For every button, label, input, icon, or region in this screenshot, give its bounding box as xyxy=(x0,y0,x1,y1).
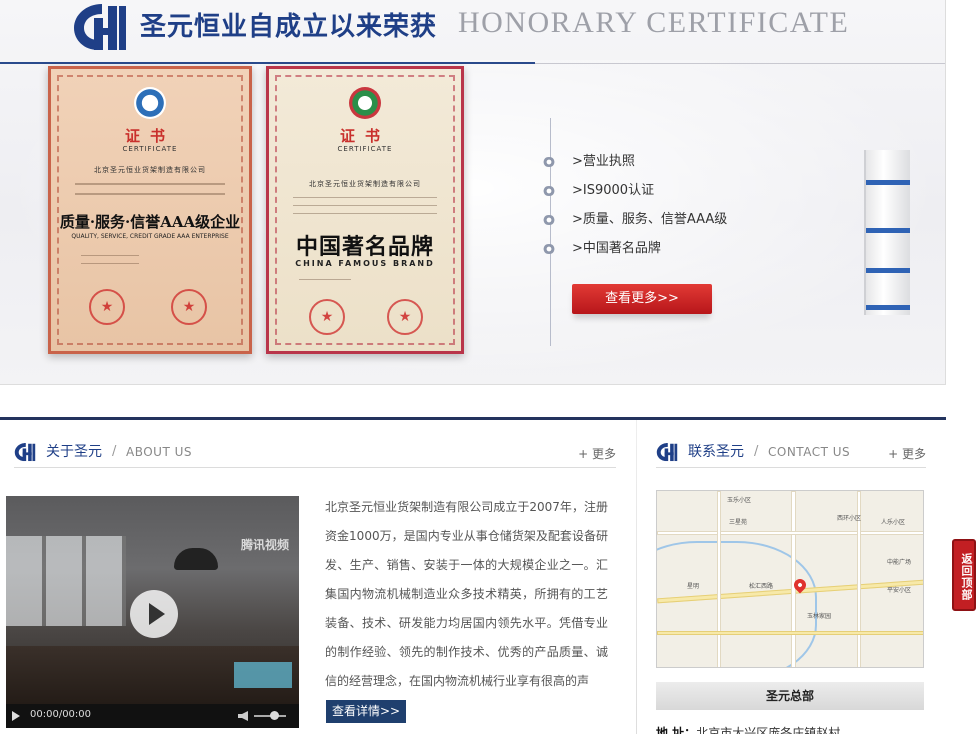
video-time: 00:00/00:00 xyxy=(30,709,92,720)
address-label: 地 址： xyxy=(656,726,697,734)
contact-header: 联系圣元 / CONTACT US + 更多 xyxy=(656,440,926,468)
map-label: 人乐小区 xyxy=(881,519,906,526)
video-scene-lamp xyxy=(174,548,218,570)
bullet-icon xyxy=(542,157,556,167)
map-label: 星明 xyxy=(687,583,700,590)
play-icon[interactable] xyxy=(130,590,178,638)
honor-section: 圣元恒业自成立以来荣获 HONORARY CERTIFICATE 证书 CERT… xyxy=(0,0,946,385)
company-logo-icon xyxy=(656,442,678,462)
map-road xyxy=(717,491,721,667)
map-label: 中能广场 xyxy=(887,559,912,566)
honor-list: >营业执照 >IS9000认证 >质量、服务、信誉AAA级 >中国著名品牌 xyxy=(542,150,727,266)
bullet-icon xyxy=(542,244,556,254)
video-player[interactable]: 腾讯视频 00:00/00:00 xyxy=(6,496,299,728)
certificate-seal-icon xyxy=(171,289,207,325)
about-title-en: ABOUT US xyxy=(126,445,193,459)
honor-subtitle: HONORARY CERTIFICATE xyxy=(458,6,850,39)
title-underline xyxy=(0,62,535,64)
certificate-text-line xyxy=(299,279,351,280)
shelf-beam xyxy=(866,228,910,233)
company-logo-icon xyxy=(14,442,36,462)
certificate-heading: 证书 xyxy=(124,127,175,145)
about-title: 关于圣元 xyxy=(46,444,102,460)
about-more-link[interactable]: + 更多 xyxy=(578,445,616,462)
certificate-text-line xyxy=(75,193,225,195)
certificate-award: 中国著名品牌 xyxy=(295,234,434,260)
shelf-beam xyxy=(866,305,910,310)
certificate-company: 北京圣元恒业货架制造有限公司 xyxy=(94,166,206,174)
shelf-beam xyxy=(866,268,910,273)
certificate-award-en: QUALITY, SERVICE, CREDIT GRADE AAA ENTER… xyxy=(71,233,229,240)
view-detail-button[interactable]: 查看详情>> xyxy=(326,700,406,723)
certificate-text-line xyxy=(293,205,437,206)
certificate-seal-icon xyxy=(309,299,345,335)
control-play-icon[interactable] xyxy=(12,711,20,721)
certificate-seal-icon xyxy=(387,299,423,335)
certificate-text-line xyxy=(75,183,225,185)
section-separator xyxy=(0,417,946,420)
shelf-beam xyxy=(866,180,910,185)
certificate-text-line xyxy=(81,263,139,264)
certificate-emblem-icon xyxy=(134,87,166,119)
map-label: 平安小区 xyxy=(887,587,912,594)
honor-title: 圣元恒业自成立以来荣获 xyxy=(140,12,438,42)
volume-icon[interactable] xyxy=(238,711,248,721)
address-value: 北京市大兴区庞各庄镇赵村 xyxy=(696,726,841,734)
map-road xyxy=(657,531,923,535)
video-scene-window xyxy=(6,536,126,626)
video-brand-watermark: 腾讯视频 xyxy=(240,538,289,552)
certificate-emblem-icon xyxy=(349,87,381,119)
column-divider xyxy=(636,420,637,734)
location-map[interactable]: 玉乐小区 三星苑 人乐小区 西环小区 中能广场 星明 松汇西路 玉林家园 平安小… xyxy=(656,490,924,668)
contact-more-link[interactable]: + 更多 xyxy=(888,445,926,462)
volume-slider-handle[interactable] xyxy=(270,711,279,720)
shelf-product-image xyxy=(864,150,910,315)
certificate-text-line xyxy=(293,213,437,214)
certificate-award-en: CHINA FAMOUS BRAND xyxy=(295,259,435,268)
certificate-award: 质量·服务·信誉AAA级企业 xyxy=(59,213,241,231)
bullet-icon xyxy=(542,215,556,225)
about-header: 关于圣元 / ABOUT US + 更多 xyxy=(14,440,616,468)
title-underline-light xyxy=(535,63,945,64)
certificate-company: 北京圣元恒业货架制造有限公司 xyxy=(309,180,421,188)
back-to-top-button[interactable]: 返回顶部 xyxy=(952,539,976,611)
honor-list-item[interactable]: >中国著名品牌 xyxy=(542,237,727,266)
title-separator: / xyxy=(112,444,117,459)
map-label: 西环小区 xyxy=(837,515,862,522)
hq-label: 圣元总部 xyxy=(656,682,924,710)
bullet-icon xyxy=(542,186,556,196)
map-label: 松汇西路 xyxy=(749,583,774,590)
map-label: 三星苑 xyxy=(729,519,748,526)
certificate-text-line xyxy=(81,255,139,256)
honor-list-item[interactable]: >IS9000认证 xyxy=(542,179,727,208)
honor-list-item[interactable]: >营业执照 xyxy=(542,150,727,179)
title-separator: / xyxy=(754,444,759,459)
certificate-heading-en: CERTIFICATE xyxy=(337,145,393,153)
certificate-aaa-enterprise[interactable]: 证书 CERTIFICATE 北京圣元恒业货架制造有限公司 质量·服务·信誉AA… xyxy=(48,66,252,354)
address-line: 地 址：北京市大兴区庞各庄镇赵村 xyxy=(656,724,840,734)
honor-list-item[interactable]: >质量、服务、信誉AAA级 xyxy=(542,208,727,237)
video-controls: 00:00/00:00 xyxy=(6,704,299,728)
about-description: 北京圣元恒业货架制造有限公司成立于2007年，注册资金1000万，是国内专业从事… xyxy=(325,500,608,688)
contact-title-en: CONTACT US xyxy=(768,445,851,459)
certificate-heading: 证书 xyxy=(339,127,390,145)
view-more-button[interactable]: 查看更多>> xyxy=(572,284,712,314)
map-road xyxy=(657,631,923,635)
certificate-text-line xyxy=(293,197,437,198)
contact-title: 联系圣元 xyxy=(688,444,744,460)
certificate-famous-brand[interactable]: 证书 CERTIFICATE 北京圣元恒业货架制造有限公司 中国著名品牌 CHI… xyxy=(266,66,464,354)
map-label: 玉林家园 xyxy=(807,613,832,620)
map-label: 玉乐小区 xyxy=(727,497,752,504)
video-scene-sign xyxy=(234,662,292,688)
certificate-seal-icon xyxy=(89,289,125,325)
company-logo-icon xyxy=(74,4,126,50)
certificate-heading-en: CERTIFICATE xyxy=(122,145,178,153)
